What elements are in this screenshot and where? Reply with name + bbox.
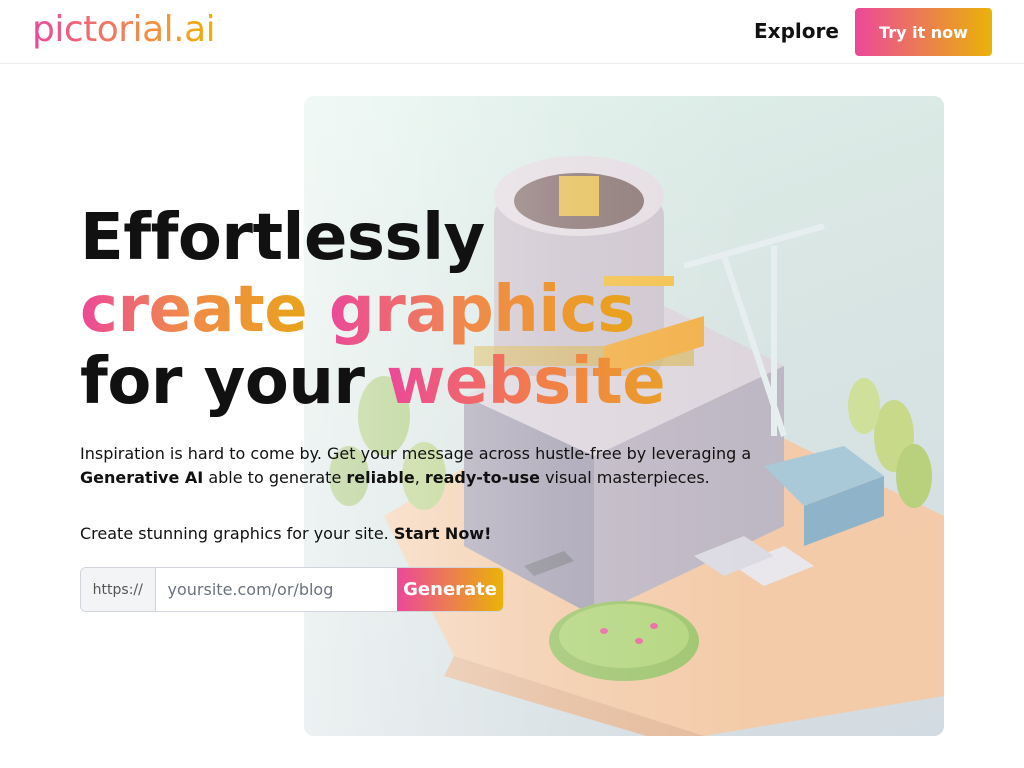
top-navbar: pictorial.ai Explore Try it now (0, 0, 1024, 64)
nav-explore-link[interactable]: Explore (754, 17, 839, 45)
headline-create: create (80, 273, 308, 347)
brand-logo[interactable]: pictorial.ai (32, 8, 216, 52)
url-prefix-label: https:// (81, 568, 156, 611)
try-it-now-button[interactable]: Try it now (855, 8, 992, 56)
cta-text: Create stunning graphics for your site. (80, 524, 389, 543)
lede-separator: , (414, 468, 420, 487)
hero-headline: Effortlessly create graphics for your we… (80, 201, 666, 419)
lede-bold-ready-to-use: ready-to-use (424, 468, 540, 487)
headline-for-your: for your (80, 345, 365, 419)
lede-part-3: visual masterpieces. (545, 468, 710, 487)
headline-graphics: graphics (328, 273, 635, 347)
lede-bold-generative-ai: Generative AI (80, 468, 204, 487)
hero-description: Inspiration is hard to come by. Get your… (80, 442, 800, 490)
lede-part-2: able to generate (208, 468, 342, 487)
headline-website: website (386, 345, 666, 419)
headline-line-1: Effortlessly (80, 201, 485, 275)
lede-part-1: Inspiration is hard to come by. Get your… (80, 444, 752, 463)
site-url-input[interactable] (155, 568, 398, 611)
generate-button[interactable]: Generate (397, 568, 503, 611)
url-generate-form: https:// Generate (80, 567, 504, 612)
lede-bold-reliable: reliable (346, 468, 415, 487)
cta-start-now: Start Now! (393, 524, 492, 543)
cta-line: Create stunning graphics for your site. … (80, 522, 491, 546)
